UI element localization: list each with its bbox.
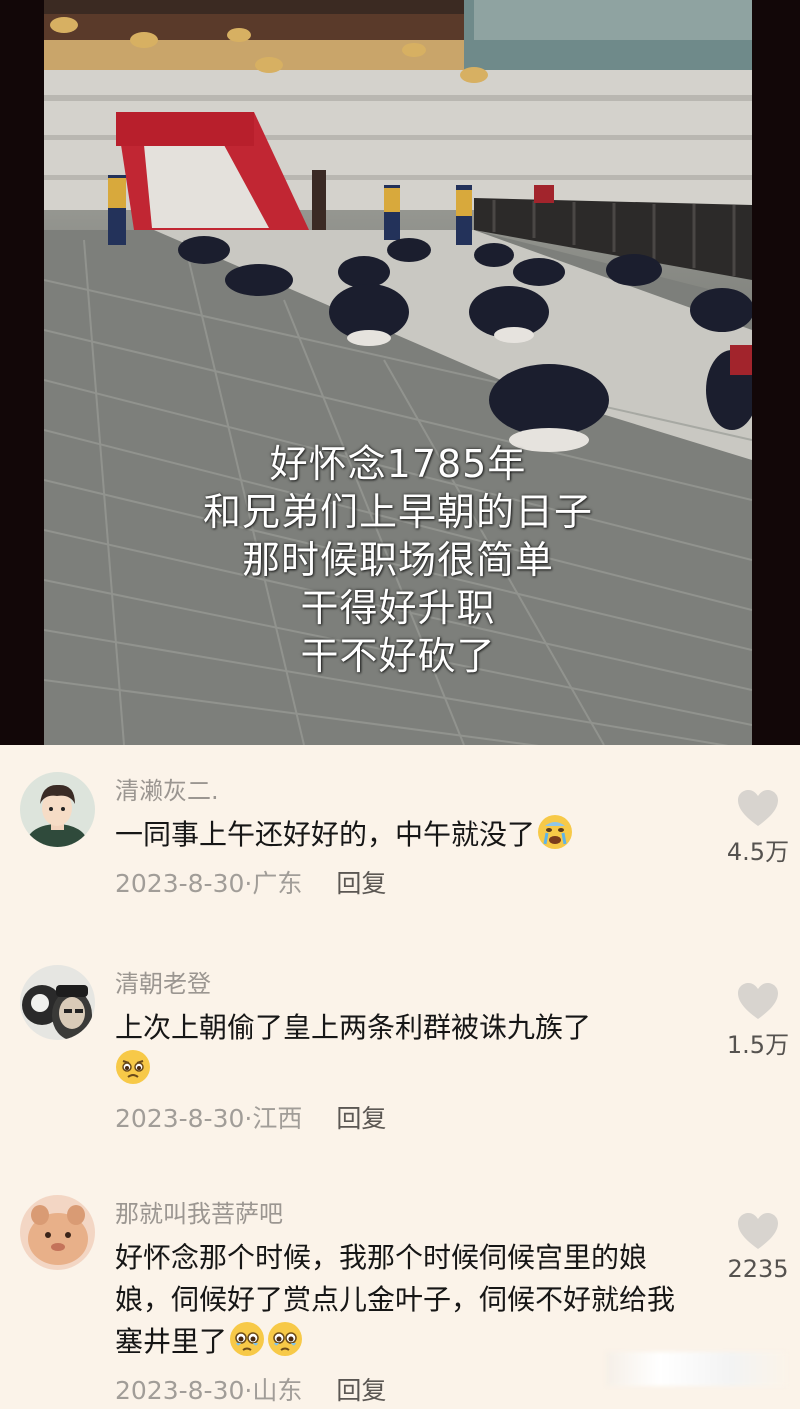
comment-date: 2023-8-30: [115, 869, 245, 898]
comment-text: 一同事上午还好好的，中午就没了: [115, 814, 705, 856]
comment-username[interactable]: 那就叫我菩萨吧: [115, 1197, 705, 1231]
comment-text-content: 上次上朝偷了皇上两条利群被诛九族了: [115, 1011, 592, 1044]
comment-date: 2023-8-30: [115, 1104, 245, 1133]
like-button[interactable]: 4.5万: [718, 790, 798, 867]
reply-button[interactable]: 回复: [336, 1376, 386, 1405]
like-count: 4.5万: [726, 838, 790, 866]
comment-text: 好怀念那个时候，我那个时候伺候宫里的娘娘，伺候好了赏点儿金叶子，伺候不好就给我塞…: [115, 1237, 695, 1363]
like-count: 2235: [727, 1255, 789, 1283]
reply-button[interactable]: 回复: [336, 1104, 386, 1133]
video-frame: 好怀念1785年 和兄弟们上早朝的日子 那时候职场很简单 干得好升职 干不好砍了: [44, 0, 752, 745]
caption-line: 好怀念1785年: [269, 442, 527, 486]
caption-line: 干得好升职: [300, 586, 496, 630]
heart-icon: [738, 1213, 778, 1249]
comment-text-content: 一同事上午还好好的，中午就没了: [115, 818, 536, 851]
like-button[interactable]: 1.5万: [718, 983, 798, 1060]
heart-icon: [738, 983, 778, 1019]
comment-text-content: 好怀念那个时候，我那个时候伺候宫里的娘娘，伺候好了赏点儿金叶子，伺候不好就给我塞…: [115, 1241, 676, 1358]
comment-text: 上次上朝偷了皇上两条利群被诛九族了: [115, 1007, 705, 1091]
teary-face-emoji-icon: [267, 1321, 303, 1357]
crying-face-emoji-icon: [537, 814, 573, 850]
caption-line: 那时候职场很简单: [241, 538, 554, 582]
comment-date: 2023-8-30: [115, 1376, 245, 1405]
comment-location: 广东: [252, 869, 303, 898]
reply-button[interactable]: 回复: [336, 869, 386, 898]
video-player[interactable]: 好怀念1785年 和兄弟们上早朝的日子 那时候职场很简单 干得好升职 干不好砍了: [0, 0, 800, 745]
heart-icon: [738, 790, 778, 826]
comment-meta: 2023-8-30·江西 回复: [115, 1101, 705, 1137]
comment-location: 江西: [252, 1104, 303, 1133]
like-button[interactable]: 2235: [718, 1213, 798, 1283]
pleading-face-emoji-icon: [115, 1049, 151, 1085]
caption-line: 和兄弟们上早朝的日子: [202, 490, 593, 534]
caption-line: 干不好砍了: [300, 634, 496, 678]
video-caption: 好怀念1785年 和兄弟们上早朝的日子 那时候职场很简单 干得好升职 干不好砍了: [44, 440, 752, 680]
like-count: 1.5万: [726, 1031, 790, 1059]
comment-username[interactable]: 清朝老登: [115, 967, 705, 1001]
avatar[interactable]: [20, 772, 95, 847]
comment-username[interactable]: 清濑灰二.: [115, 774, 705, 808]
comment-location: 山东: [252, 1376, 303, 1405]
blurred-watermark: [606, 1352, 786, 1386]
avatar[interactable]: [20, 965, 95, 1040]
teary-face-emoji-icon: [229, 1321, 265, 1357]
comment-meta: 2023-8-30·广东 回复: [115, 866, 705, 902]
avatar[interactable]: [20, 1195, 95, 1270]
